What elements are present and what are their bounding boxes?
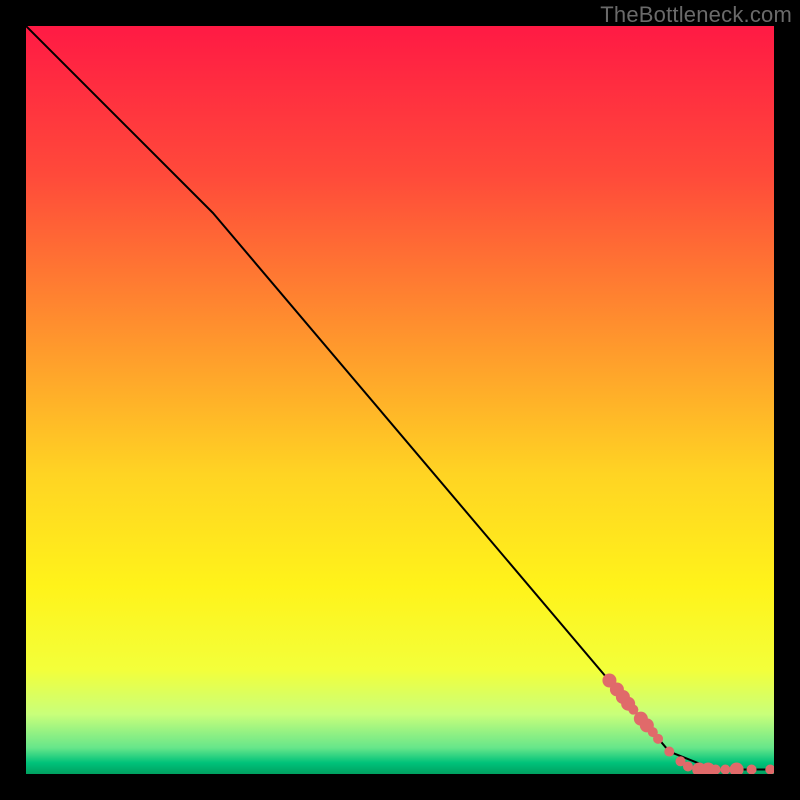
chart-plot xyxy=(26,26,774,774)
frame-right xyxy=(774,0,800,800)
watermark-text: TheBottleneck.com xyxy=(600,2,792,28)
frame-bottom xyxy=(0,774,800,800)
marker-dot xyxy=(653,734,663,744)
marker-dot xyxy=(664,747,674,757)
frame-left xyxy=(0,0,26,800)
chart-stage: TheBottleneck.com xyxy=(0,0,800,800)
marker-dot xyxy=(683,762,693,772)
